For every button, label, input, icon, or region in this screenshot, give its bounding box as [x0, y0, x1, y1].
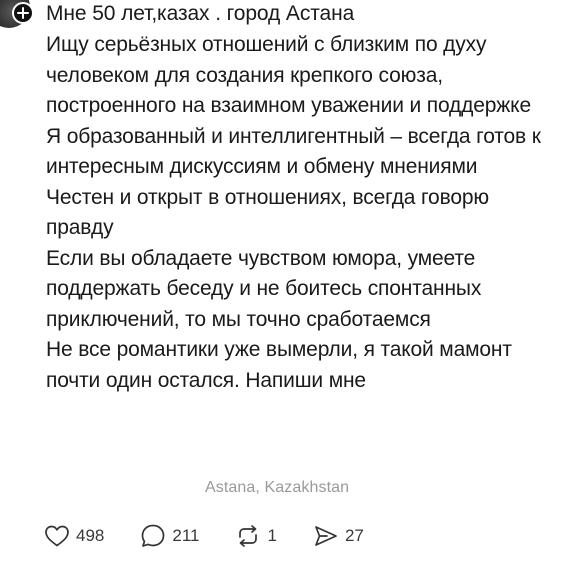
post-body: Ищу серьёзных отношений с близким по дух…: [46, 30, 551, 396]
like-count: 498: [76, 526, 105, 545]
post-paragraph: Ищу серьёзных отношений с близким по дух…: [46, 33, 531, 117]
post-author-line: Мне 50 лет,казах . город Астана: [46, 2, 355, 25]
post-paragraph: Если вы обладаете чувством юмора, умеете…: [46, 246, 482, 331]
repost-count: 1: [267, 526, 277, 545]
repost-icon: [239, 525, 258, 547]
post-content: Мне 50 лет,казах . город Астана Ищу серь…: [46, 0, 551, 396]
like-button[interactable]: 498: [44, 524, 104, 548]
send-icon: [315, 526, 337, 546]
comment-count: 211: [172, 526, 200, 545]
post-paragraph: Честен и открыт в отношениях, всегда гов…: [46, 185, 490, 240]
post-paragraph: Я образованный и интеллигентный – всегда…: [46, 124, 541, 179]
repost-button[interactable]: 1: [235, 524, 277, 548]
follow-button[interactable]: [12, 2, 34, 24]
plus-icon: [17, 7, 29, 19]
share-button[interactable]: 27: [313, 524, 364, 548]
comment-bubble-icon: [142, 524, 165, 547]
comment-button[interactable]: 211: [140, 523, 199, 549]
heart-icon: [45, 525, 69, 547]
post-location[interactable]: Astana, Kazakhstan: [205, 479, 349, 497]
post-actions-bar: 498 211 1 27: [44, 520, 392, 552]
post-paragraph: Не все романтики уже вымерли, я такой ма…: [46, 338, 512, 392]
avatar-container[interactable]: [0, 0, 36, 36]
share-count: 27: [344, 526, 364, 545]
